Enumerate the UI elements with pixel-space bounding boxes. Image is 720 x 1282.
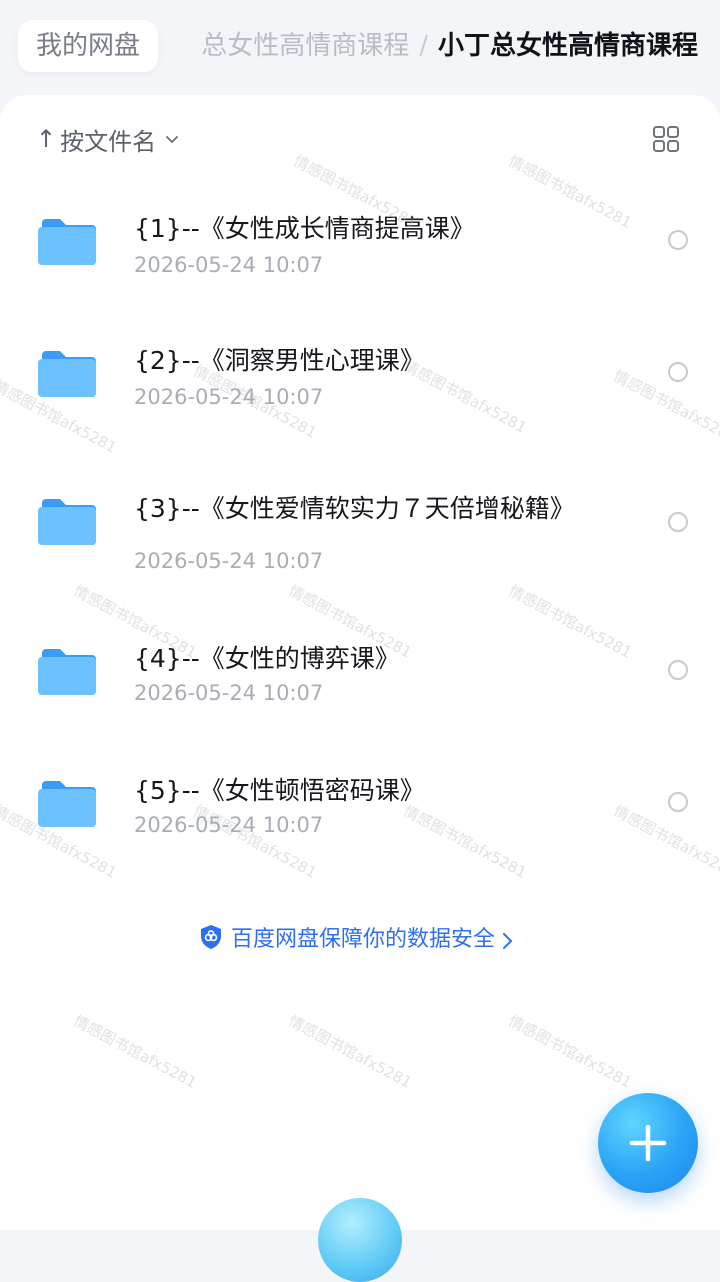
select-checkbox[interactable] xyxy=(668,792,688,812)
breadcrumb-separator: / xyxy=(419,31,428,61)
folder-icon xyxy=(38,219,96,265)
breadcrumb: 总女性高情商课程 / 小丁总女性高情商课程 我的网盘 xyxy=(0,0,720,95)
data-security-link[interactable]: 百度网盘保障你的数据安全 xyxy=(0,921,720,953)
file-list-item[interactable]: {5}--《女性顿悟密码课》 2026-05-24 10:07 xyxy=(0,749,720,869)
select-checkbox[interactable] xyxy=(668,660,688,680)
file-name: {2}--《洞察男性心理课》 xyxy=(134,346,425,375)
file-date: 2026-05-24 10:07 xyxy=(134,253,324,277)
breadcrumb-root-button[interactable]: 我的网盘 xyxy=(18,20,159,72)
add-button[interactable] xyxy=(598,1093,698,1193)
file-list-card: ↑ 按文件名 {1}--《女性成长情商提高课》 2026-05-24 10:07 xyxy=(0,95,720,1230)
file-name: {5}--《女性顿悟密码课》 xyxy=(134,776,425,805)
file-list-item[interactable]: {2}--《洞察男性心理课》 2026-05-24 10:07 xyxy=(0,319,720,439)
file-list-item[interactable]: {1}--《女性成长情商提高课》 2026-05-24 10:07 xyxy=(0,187,720,307)
file-name: {3}--《女性爱情软实力７天倍增秘籍》 xyxy=(134,494,575,523)
select-checkbox[interactable] xyxy=(668,362,688,382)
sort-selector[interactable]: ↑ 按文件名 xyxy=(36,121,180,157)
select-checkbox[interactable] xyxy=(668,230,688,250)
plus-icon xyxy=(629,1124,667,1162)
grid-view-icon[interactable] xyxy=(652,125,680,153)
breadcrumb-current: 小丁总女性高情商课程 xyxy=(437,31,698,61)
breadcrumb-trail: 总女性高情商课程 / 小丁总女性高情商课程 xyxy=(201,20,698,72)
folder-icon xyxy=(38,781,96,827)
file-name: {4}--《女性的博弈课》 xyxy=(134,644,400,673)
file-name: {1}--《女性成长情商提高课》 xyxy=(134,214,475,243)
folder-icon xyxy=(38,499,96,545)
file-date: 2026-05-24 10:07 xyxy=(134,385,324,409)
folder-icon xyxy=(38,351,96,397)
data-security-text: 百度网盘保障你的数据安全 xyxy=(230,927,495,952)
folder-icon xyxy=(38,649,96,695)
sort-label: 按文件名 xyxy=(60,127,157,156)
chevron-right-icon xyxy=(503,933,512,949)
file-list-item[interactable]: {4}--《女性的博弈课》 2026-05-24 10:07 xyxy=(0,617,720,737)
chevron-down-icon xyxy=(166,136,179,143)
select-checkbox[interactable] xyxy=(668,512,688,532)
file-list-item[interactable]: {3}--《女性爱情软实力７天倍增秘籍》 2026-05-24 10:07 xyxy=(0,467,720,587)
assistant-orb-icon[interactable] xyxy=(318,1198,402,1282)
sort-direction-icon: ↑ xyxy=(36,125,57,153)
file-date: 2026-05-24 10:07 xyxy=(134,681,324,705)
file-date: 2026-05-24 10:07 xyxy=(134,813,324,837)
breadcrumb-parent[interactable]: 总女性高情商课程 xyxy=(201,31,409,61)
shield-icon xyxy=(200,925,221,949)
file-date: 2026-05-24 10:07 xyxy=(134,549,324,573)
